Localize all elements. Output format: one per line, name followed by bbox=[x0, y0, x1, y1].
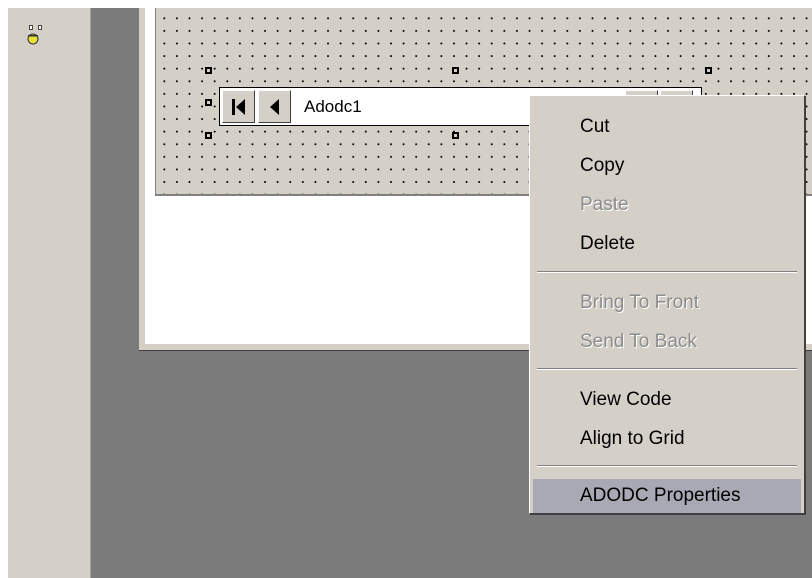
ide-window: Adodc1 Cut Copy Paste Delete Bring To Fr… bbox=[8, 8, 812, 578]
menu-item-copy[interactable]: Copy bbox=[533, 149, 801, 183]
menu-item-align-to-grid[interactable]: Align to Grid bbox=[533, 422, 801, 456]
resize-handle-bottom-left[interactable] bbox=[205, 132, 212, 139]
menu-separator bbox=[537, 271, 797, 273]
resize-handle-top-left[interactable] bbox=[205, 67, 212, 74]
context-menu: Cut Copy Paste Delete Bring To Front Sen… bbox=[529, 95, 805, 514]
menu-item-view-code[interactable]: View Code bbox=[533, 383, 801, 417]
resize-handle-top-middle[interactable] bbox=[452, 67, 459, 74]
first-record-button[interactable] bbox=[222, 90, 255, 123]
previous-record-button[interactable] bbox=[258, 90, 291, 123]
menu-item-delete[interactable]: Delete bbox=[533, 227, 801, 261]
menu-separator bbox=[537, 465, 797, 467]
resize-handle-top-right[interactable] bbox=[705, 67, 712, 74]
menu-item-cut[interactable]: Cut bbox=[533, 110, 801, 144]
adodc-tool-icon[interactable] bbox=[26, 24, 48, 46]
menu-item-bring-to-front[interactable]: Bring To Front bbox=[533, 286, 801, 320]
resize-handle-bottom-middle[interactable] bbox=[452, 132, 459, 139]
previous-record-icon bbox=[269, 98, 279, 115]
first-record-icon bbox=[231, 98, 245, 115]
adodc-caption: Adodc1 bbox=[304, 97, 362, 116]
menu-item-send-to-back[interactable]: Send To Back bbox=[533, 325, 801, 359]
resize-handle-middle-left[interactable] bbox=[205, 99, 212, 106]
menu-separator bbox=[537, 368, 797, 370]
menu-item-paste[interactable]: Paste bbox=[533, 188, 801, 222]
menu-item-adodc-properties[interactable]: ADODC Properties bbox=[533, 479, 801, 513]
toolbox-panel bbox=[8, 8, 91, 578]
